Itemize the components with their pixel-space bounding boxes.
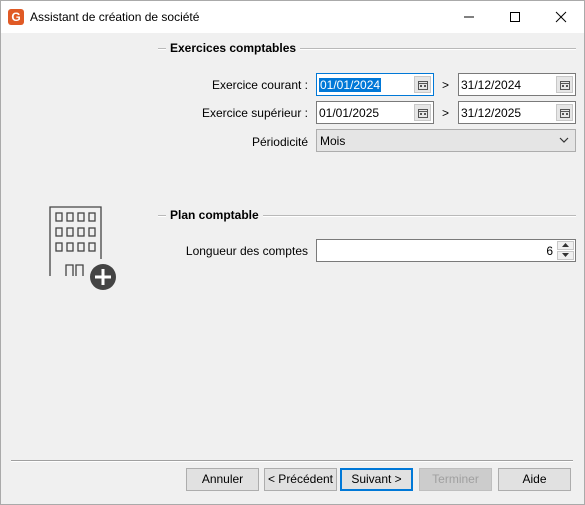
calendar-icon <box>418 109 428 118</box>
close-icon <box>555 11 567 23</box>
exercice-superieur-start-value: 01/01/2025 <box>319 106 380 120</box>
previous-button[interactable]: < Précédent <box>264 468 337 491</box>
longueur-label: Longueur des comptes <box>185 244 308 258</box>
cancel-button[interactable]: Annuler <box>186 468 259 491</box>
stepper-up-button[interactable] <box>557 241 574 250</box>
title-bar: G Assistant de création de société <box>1 1 584 33</box>
periodicite-label: Périodicité <box>251 135 308 149</box>
longueur-stepper[interactable]: 6 <box>316 239 576 262</box>
exercice-courant-label: Exercice courant : <box>211 78 308 92</box>
building-add-icon <box>47 203 119 293</box>
exercice-courant-start-input[interactable]: 01/01/2024 <box>316 73 434 96</box>
calendar-icon <box>560 109 570 118</box>
app-logo-icon: G <box>8 9 24 25</box>
help-button[interactable]: Aide <box>498 468 571 491</box>
exercice-superieur-end-value: 31/12/2025 <box>461 106 522 120</box>
next-button[interactable]: Suivant > <box>340 468 413 491</box>
calendar-icon <box>418 81 428 90</box>
stepper-buttons <box>557 241 574 260</box>
finish-button[interactable]: Terminer <box>419 468 492 491</box>
exercice-courant-start-value: 01/01/2024 <box>319 78 382 92</box>
calendar-button[interactable] <box>556 104 573 121</box>
exercice-superieur-label: Exercice supérieur : <box>201 106 308 120</box>
calendar-icon <box>560 81 570 90</box>
periodicite-value: Mois <box>320 134 346 148</box>
range-separator: > <box>442 106 450 120</box>
section-plan: Plan comptable <box>158 208 576 222</box>
minimize-button[interactable] <box>446 1 492 33</box>
section-title-exercices: Exercices comptables <box>166 41 301 55</box>
footer-divider <box>11 460 573 462</box>
calendar-button[interactable] <box>414 104 431 121</box>
section-title-plan: Plan comptable <box>166 208 263 222</box>
window-title: Assistant de création de société <box>30 10 200 24</box>
exercice-courant-end-input[interactable]: 31/12/2024 <box>458 73 576 96</box>
exercice-superieur-start-input[interactable]: 01/01/2025 <box>316 101 434 124</box>
minimize-icon <box>464 16 474 18</box>
periodicite-select[interactable]: Mois <box>316 129 576 152</box>
calendar-button[interactable] <box>414 76 431 93</box>
wizard-window: G Assistant de création de société Exerc… <box>0 0 585 505</box>
close-button[interactable] <box>538 1 584 33</box>
arrow-up-icon <box>562 243 569 247</box>
calendar-button[interactable] <box>556 76 573 93</box>
maximize-button[interactable] <box>492 1 538 33</box>
arrow-down-icon <box>562 253 569 257</box>
exercice-courant-end-value: 31/12/2024 <box>461 78 522 92</box>
maximize-icon <box>510 12 520 22</box>
section-exercices: Exercices comptables <box>158 41 576 55</box>
longueur-value: 6 <box>546 244 553 258</box>
chevron-down-icon <box>559 137 569 143</box>
exercice-superieur-end-input[interactable]: 31/12/2025 <box>458 101 576 124</box>
range-separator: > <box>442 78 450 92</box>
stepper-down-button[interactable] <box>557 251 574 260</box>
